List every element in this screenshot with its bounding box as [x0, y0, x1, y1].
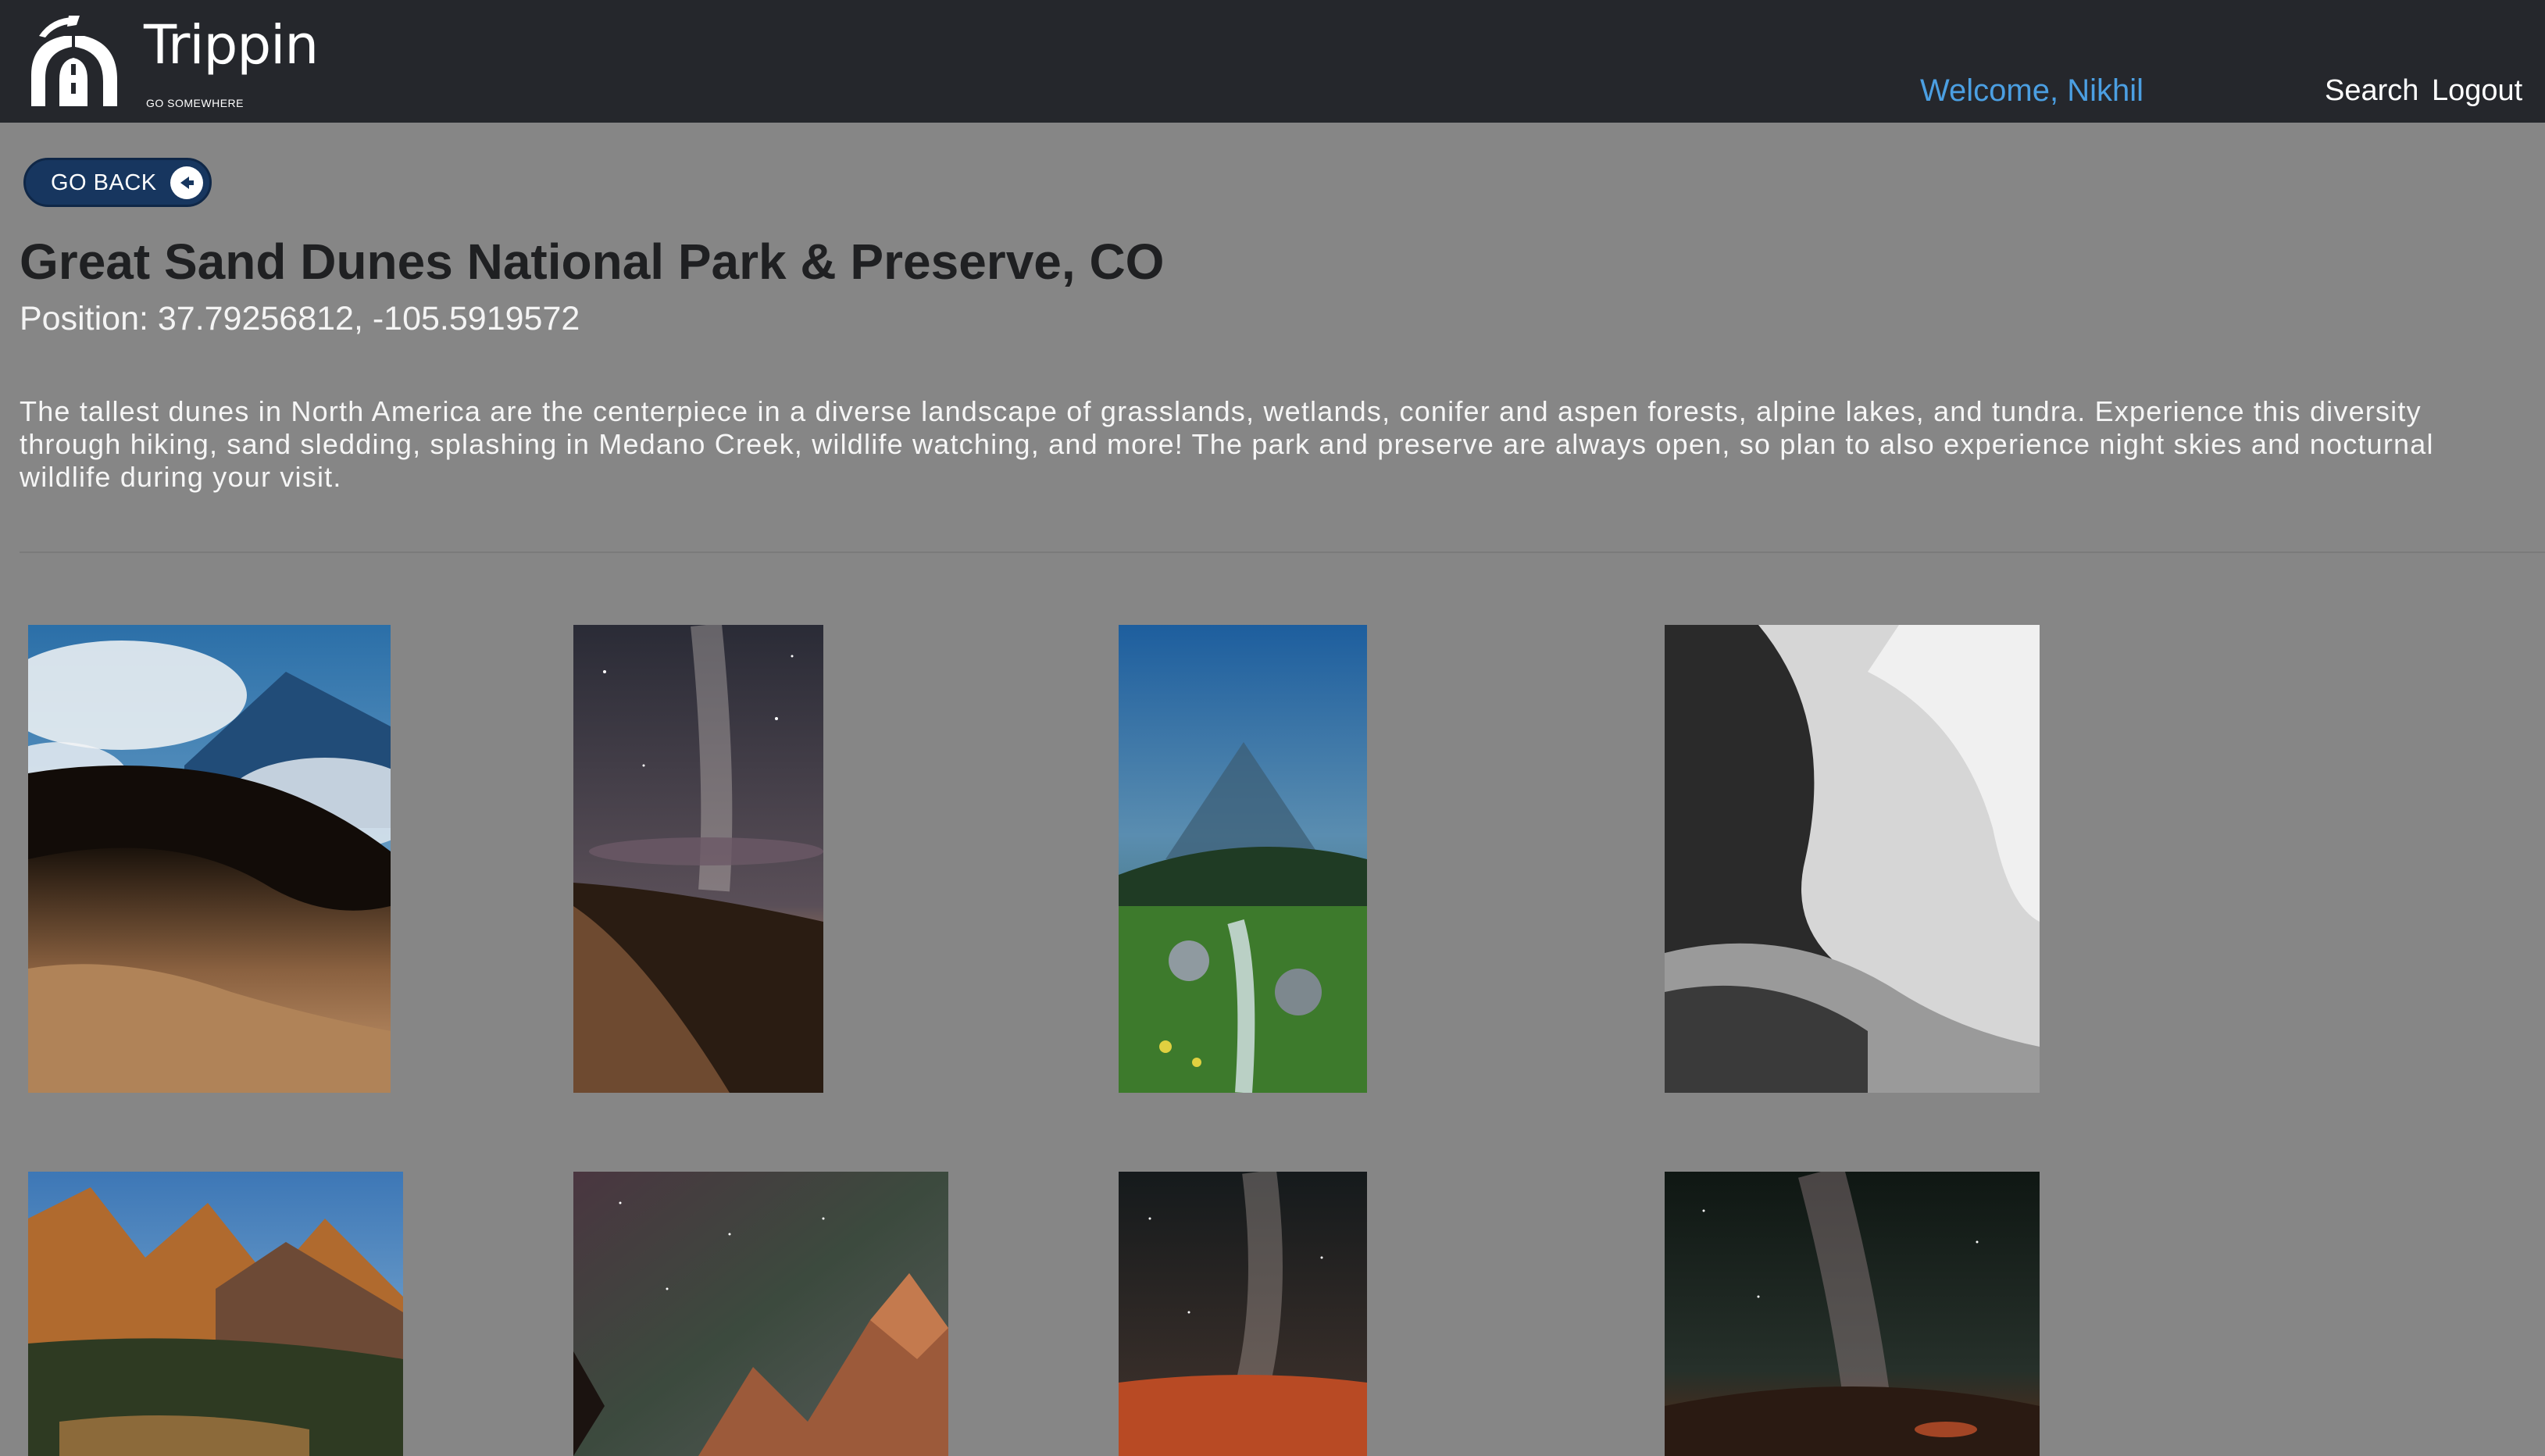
gallery-photo-milky-way-red-dunes[interactable] [1119, 1172, 1367, 1456]
section-divider [20, 551, 2545, 553]
top-navbar: Trippin GO SOMEWHERE Welcome, Nikhil Sea… [0, 0, 2545, 123]
gallery-photo-waterfall-forest[interactable] [1119, 625, 1367, 1093]
gallery-photo-night-peaks[interactable] [573, 1172, 948, 1456]
go-back-label: GO BACK [51, 170, 157, 195]
logout-link[interactable]: Logout [2432, 69, 2522, 112]
trippin-logo-icon[interactable] [28, 12, 120, 106]
search-link[interactable]: Search [2325, 69, 2418, 112]
park-description: The tallest dunes in North America are t… [20, 395, 2434, 493]
arrow-left-circle-icon [169, 165, 205, 201]
brand-name[interactable]: Trippin [144, 12, 319, 78]
gallery-photo-milky-way-campfire[interactable] [1665, 1172, 2040, 1456]
park-position: Position: 37.79256812, -105.5919572 [20, 300, 580, 337]
go-back-button[interactable]: GO BACK [23, 158, 212, 207]
brand-tagline: GO SOMEWHERE [146, 97, 245, 109]
gallery-photo-bw-dunes[interactable] [1665, 625, 2040, 1093]
gallery-photo-milky-way-dune[interactable] [573, 625, 823, 1093]
park-title: Great Sand Dunes National Park & Preserv… [20, 234, 1165, 290]
gallery-photo-dunes-mountain[interactable] [28, 625, 391, 1093]
welcome-message: Welcome, Nikhil [1920, 73, 2143, 108]
gallery-photo-mountain-lake[interactable] [28, 1172, 403, 1456]
